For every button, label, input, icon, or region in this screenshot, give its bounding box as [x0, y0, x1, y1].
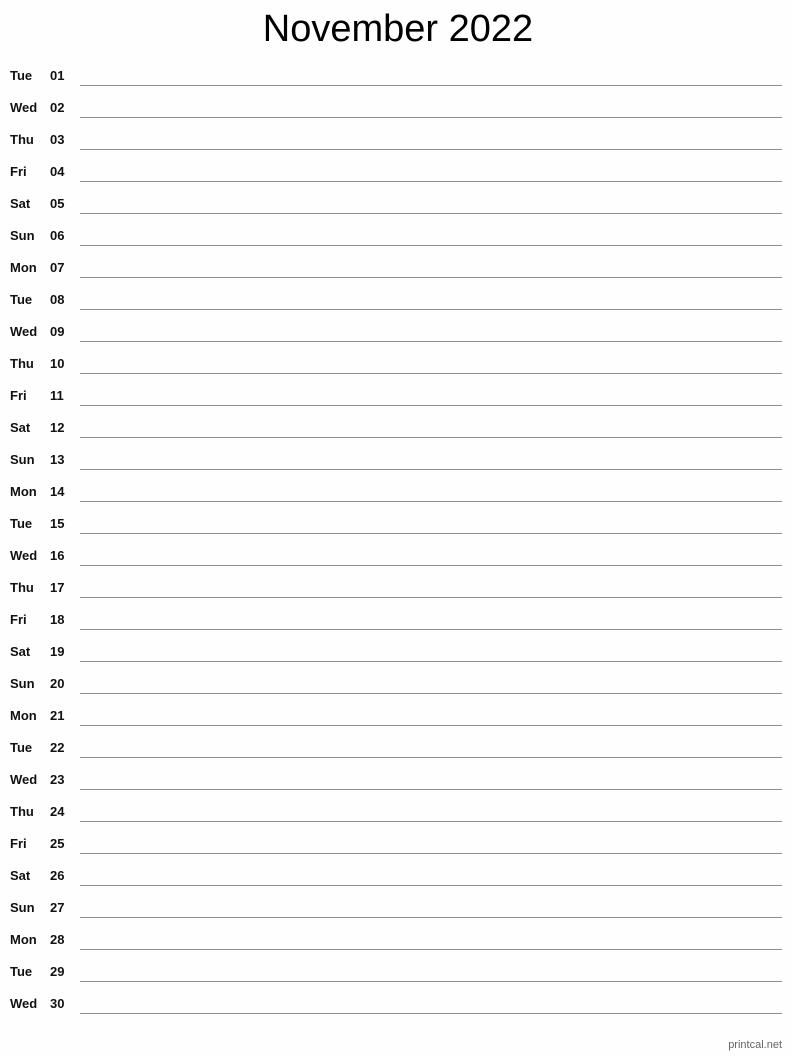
date-number: 10	[50, 356, 65, 371]
day-row: Thu 17	[0, 566, 792, 598]
weekday-label: Fri	[10, 836, 27, 851]
date-number: 20	[50, 676, 65, 691]
date-number: 30	[50, 996, 65, 1011]
weekday-label: Wed	[10, 996, 38, 1011]
weekday-label: Mon	[10, 484, 37, 499]
date-number: 16	[50, 548, 65, 563]
weekday-label: Mon	[10, 708, 37, 723]
day-row: Sat 26	[0, 854, 792, 886]
date-number: 21	[50, 708, 65, 723]
day-row: Sat 05	[0, 182, 792, 214]
date-number: 12	[50, 420, 65, 435]
date-number: 08	[50, 292, 65, 307]
day-row: Sun 27	[0, 886, 792, 918]
day-row: Mon 07	[0, 246, 792, 278]
date-number: 13	[50, 452, 65, 467]
date-number: 01	[50, 68, 65, 83]
day-row: Sun 13	[0, 438, 792, 470]
date-number: 07	[50, 260, 65, 275]
weekday-label: Fri	[10, 612, 27, 627]
weekday-label: Tue	[10, 292, 33, 307]
weekday-label: Tue	[10, 740, 33, 755]
date-number: 05	[50, 196, 65, 211]
date-number: 29	[50, 964, 65, 979]
weekday-label: Sun	[10, 900, 35, 915]
day-row: Tue 15	[0, 502, 792, 534]
weekday-label: Fri	[10, 164, 27, 179]
weekday-label: Mon	[10, 932, 37, 947]
date-number: 23	[50, 772, 65, 787]
calendar-title: November 2022	[262, 8, 534, 50]
date-number: 28	[50, 932, 65, 947]
day-list: Tue 01 Wed 02 Thu 03 Fri 04 Sat 05 Sun 06 Mon 07 Tue 08…	[0, 54, 792, 1014]
day-row: Fri 11	[0, 374, 792, 406]
weekday-label: Fri	[10, 388, 27, 403]
day-row: Fri 04	[0, 150, 792, 182]
date-number: 25	[50, 836, 65, 851]
weekday-label: Wed	[10, 324, 38, 339]
weekday-label: Sun	[10, 452, 35, 467]
date-number: 14	[50, 484, 65, 499]
day-row: Thu 03	[0, 118, 792, 150]
day-row: Wed 02	[0, 86, 792, 118]
day-row: Tue 08	[0, 278, 792, 310]
weekday-label: Sat	[10, 644, 31, 659]
weekday-label: Wed	[10, 772, 38, 787]
day-row: Mon 21	[0, 694, 792, 726]
weekday-label: Sun	[10, 228, 35, 243]
date-number: 22	[50, 740, 65, 755]
weekday-label: Sat	[10, 196, 31, 211]
day-row: Wed 16	[0, 534, 792, 566]
day-row: Mon 28	[0, 918, 792, 950]
weekday-label: Thu	[10, 804, 34, 819]
date-number: 11	[50, 388, 64, 403]
weekday-label: Thu	[10, 132, 34, 147]
date-number: 17	[50, 580, 65, 595]
date-number: 19	[50, 644, 65, 659]
day-row: Tue 01	[0, 54, 792, 86]
weekday-label: Wed	[10, 100, 38, 115]
date-number: 04	[50, 164, 65, 179]
date-number: 24	[50, 804, 65, 819]
day-row: Fri 18	[0, 598, 792, 630]
day-row: Sun 06	[0, 214, 792, 246]
writing-line[interactable]	[80, 1013, 782, 1014]
date-number: 09	[50, 324, 65, 339]
day-row: Tue 22	[0, 726, 792, 758]
date-number: 27	[50, 900, 65, 915]
day-row: Thu 10	[0, 342, 792, 374]
date-number: 18	[50, 612, 65, 627]
date-number: 06	[50, 228, 65, 243]
date-number: 03	[50, 132, 65, 147]
weekday-label: Tue	[10, 964, 33, 979]
day-row: Wed 30	[0, 982, 792, 1014]
date-number: 26	[50, 868, 65, 883]
weekday-label: Sat	[10, 420, 31, 435]
day-row: Sat 12	[0, 406, 792, 438]
day-row: Thu 24	[0, 790, 792, 822]
weekday-label: Tue	[10, 68, 33, 83]
date-number: 15	[50, 516, 65, 531]
footer-credit: printcal.net	[728, 1039, 782, 1051]
weekday-label: Thu	[10, 580, 34, 595]
weekday-label: Sun	[10, 676, 35, 691]
weekday-label: Thu	[10, 356, 34, 371]
weekday-label: Mon	[10, 260, 37, 275]
date-number: 02	[50, 100, 65, 115]
weekday-label: Tue	[10, 516, 33, 531]
day-row: Sat 19	[0, 630, 792, 662]
day-row: Fri 25	[0, 822, 792, 854]
weekday-label: Wed	[10, 548, 38, 563]
day-row: Tue 29	[0, 950, 792, 982]
day-row: Sun 20	[0, 662, 792, 694]
day-row: Wed 23	[0, 758, 792, 790]
day-row: Mon 14	[0, 470, 792, 502]
weekday-label: Sat	[10, 868, 31, 883]
day-row: Wed 09	[0, 310, 792, 342]
